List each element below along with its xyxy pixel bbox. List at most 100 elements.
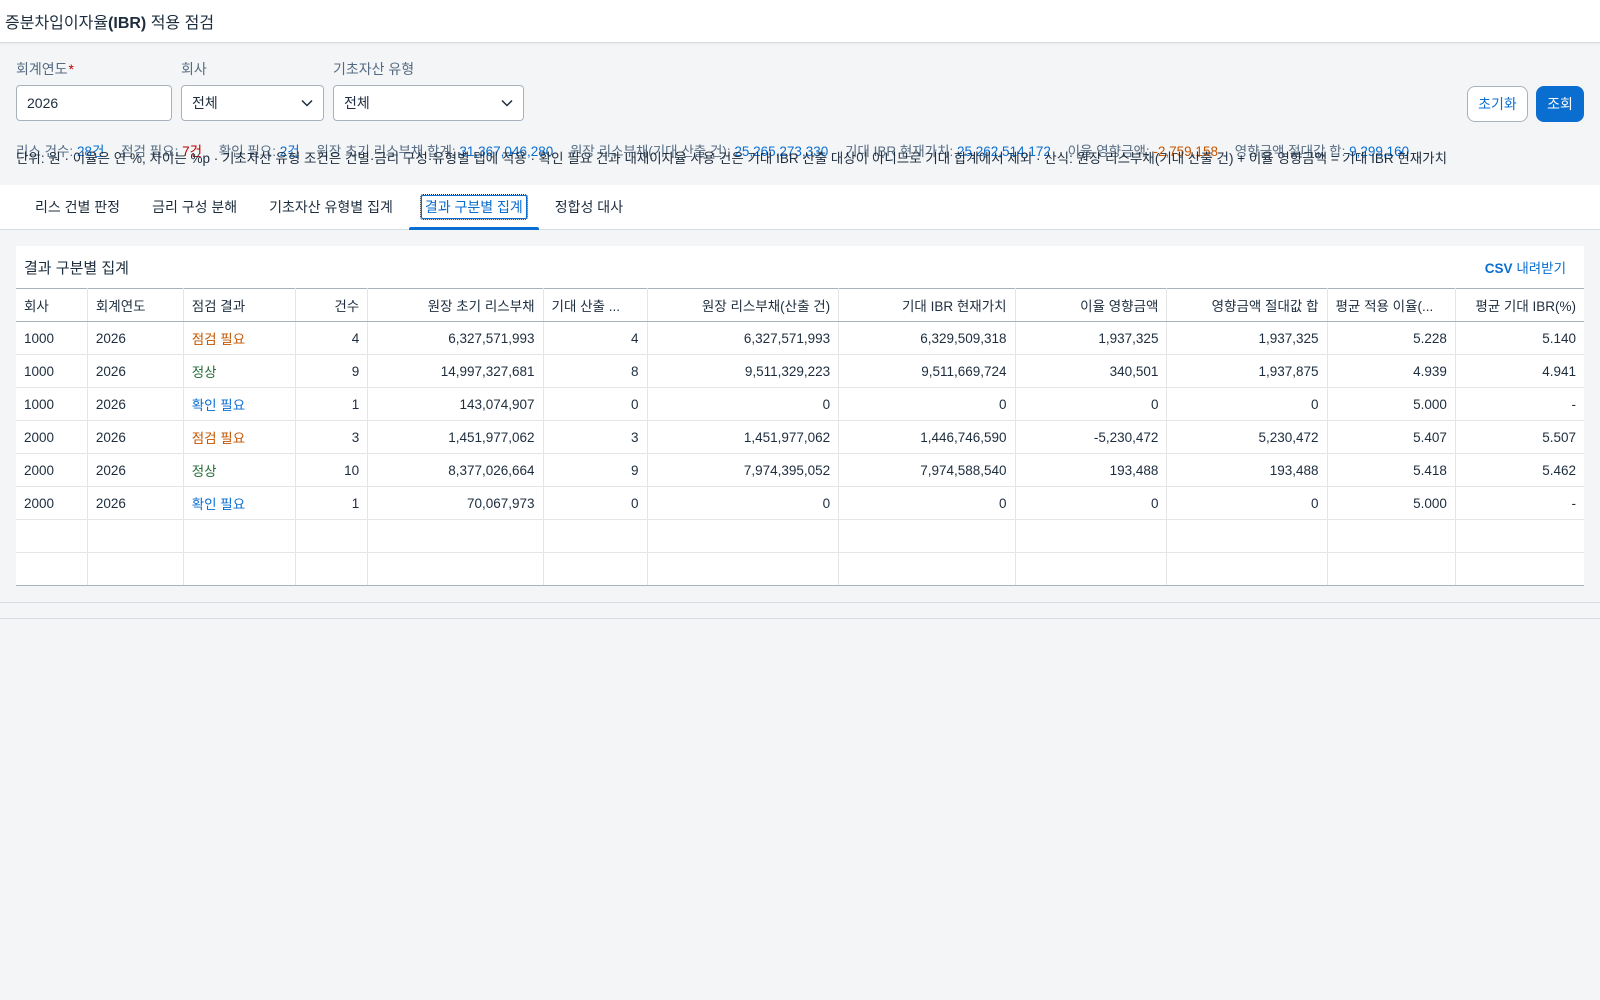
asset-type-field: 기초자산 유형 전체 <box>333 59 524 129</box>
table-cell: 5.418 <box>1327 453 1456 487</box>
result-status-cell: 점검 필요 <box>183 321 296 355</box>
result-status-cell: 정상 <box>183 354 296 388</box>
table-row[interactable]: 1000 2026 정상 9 14,997,327,681 8 9,511,329,223 9… <box>16 354 1584 388</box>
table-cell <box>87 552 184 586</box>
company-select-value: 전체 <box>192 95 218 111</box>
tab-asset-type-summary[interactable]: 기초자산 유형별 집계 <box>253 185 409 229</box>
table-cell: 1,937,875 <box>1166 354 1328 388</box>
column-header[interactable]: 기대 IBR 현재가치 <box>838 288 1016 322</box>
column-header[interactable]: 원장 초기 리스부채 <box>367 288 544 322</box>
table-cell: 0 <box>1015 387 1168 421</box>
content-bottom-divider <box>0 603 1600 619</box>
table-cell <box>367 552 544 586</box>
table-cell <box>543 552 648 586</box>
table-cell: 1000 <box>16 387 88 421</box>
csv-rest: 내려받기 <box>1512 261 1566 276</box>
year-label-text: 회계연도 <box>16 61 68 77</box>
table-cell: 4 <box>295 321 369 355</box>
table-cell: 1,937,325 <box>1015 321 1168 355</box>
table-cell: 2026 <box>87 321 184 355</box>
result-status-cell: 확인 필요 <box>183 486 296 520</box>
panel-title: 결과 구분별 집계 <box>24 259 129 277</box>
table-cell: 1000 <box>16 321 88 355</box>
result-status-cell: 정상 <box>183 453 296 487</box>
table-cell: 2000 <box>16 486 88 520</box>
table-cell: 8,377,026,664 <box>367 453 544 487</box>
result-status-cell: 점검 필요 <box>183 420 296 454</box>
table-cell <box>183 552 296 586</box>
table-cell: 5.462 <box>1455 453 1584 487</box>
panel-header: 결과 구분별 집계 CSV 내려받기 <box>16 246 1584 288</box>
tab-reconciliation[interactable]: 정합성 대사 <box>539 185 639 229</box>
column-header[interactable]: 기대 산출 ... <box>543 288 648 322</box>
table-cell <box>838 552 1016 586</box>
table-row[interactable]: 2000 2026 확인 필요 1 70,067,973 0 0 0 0 0 5.000- <box>16 486 1584 520</box>
result-summary-table: 회사 회계연도 점검 결과 건수 원장 초기 리스부채 기대 산출 ... 원장… <box>16 288 1584 586</box>
column-header[interactable]: 회계연도 <box>87 288 184 322</box>
tab-label: 기초자산 유형별 집계 <box>269 199 393 215</box>
table-cell: 1,937,325 <box>1166 321 1328 355</box>
table-cell: 2026 <box>87 420 184 454</box>
table-cell: 5.407 <box>1327 420 1456 454</box>
column-header[interactable]: 이율 영향금액 <box>1015 288 1168 322</box>
unit-note: 단위: 원 · 이율은 연 %, 차이는 %p · 기초자산 유형 조건은 건별… <box>16 151 1448 166</box>
column-header[interactable]: 점검 결과 <box>183 288 296 322</box>
result-summary-panel: 결과 구분별 집계 CSV 내려받기 회사 회계연도 점검 결과 건수 원장 초… <box>0 246 1600 603</box>
required-mark: * <box>68 61 74 77</box>
table-cell <box>543 519 648 553</box>
table-cell: - <box>1455 486 1584 520</box>
table-cell: 0 <box>543 387 648 421</box>
table-cell <box>1166 552 1328 586</box>
asset-type-select[interactable]: 전체 <box>333 85 524 121</box>
table-cell: 0 <box>543 486 648 520</box>
table-cell: 6,327,571,993 <box>367 321 544 355</box>
column-header[interactable]: 평균 적용 이율(... <box>1327 288 1456 322</box>
column-header[interactable]: 건수 <box>295 288 369 322</box>
tab-result-summary[interactable]: 결과 구분별 집계 <box>408 185 539 230</box>
table-cell: 0 <box>647 387 840 421</box>
table-cell: 5,230,472 <box>1166 420 1328 454</box>
column-header[interactable]: 평균 기대 IBR(%) <box>1455 288 1584 322</box>
reset-button[interactable]: 초기화 <box>1467 86 1528 122</box>
year-input-value: 2026 <box>27 95 59 111</box>
table-cell: 1000 <box>16 354 88 388</box>
page-title: 증분차입이자율(IBR) 적용 점검 <box>5 9 214 33</box>
table-row[interactable]: 1000 2026 확인 필요 1 143,074,907 0 0 0 0 0 5.000- <box>16 387 1584 421</box>
table-cell <box>183 519 296 553</box>
table-cell <box>1015 519 1168 553</box>
table-cell: -5,230,472 <box>1015 420 1168 454</box>
table-cell: 0 <box>647 486 840 520</box>
column-header[interactable]: 영향금액 절대값 합 <box>1166 288 1328 322</box>
table-cell: 4 <box>543 321 648 355</box>
table-cell: 0 <box>838 387 1016 421</box>
company-select[interactable]: 전체 <box>181 85 324 121</box>
table-cell: 5.140 <box>1455 321 1584 355</box>
asset-type-label: 기초자산 유형 <box>333 61 415 77</box>
tab-rate-breakdown[interactable]: 금리 구성 분해 <box>136 185 253 229</box>
table-cell <box>1455 519 1584 553</box>
title-bold: (IBR) <box>108 15 147 32</box>
table-cell <box>1455 552 1584 586</box>
table-row[interactable]: 2000 2026 정상 10 8,377,026,664 9 7,974,395,052 7… <box>16 453 1584 487</box>
table-row <box>16 552 1584 586</box>
company-label: 회사 <box>181 61 207 77</box>
search-button[interactable]: 조회 <box>1536 86 1584 122</box>
column-header[interactable]: 원장 리스부채(산출 건) <box>647 288 840 322</box>
table-cell <box>367 519 544 553</box>
table-cell: 5.228 <box>1327 321 1456 355</box>
year-input[interactable]: 2026 <box>16 85 172 121</box>
table-row[interactable]: 1000 2026 점검 필요 4 6,327,571,993 4 6,327,571,99… <box>16 321 1584 355</box>
table-cell <box>1166 519 1328 553</box>
column-header[interactable]: 회사 <box>16 288 88 322</box>
table-cell: 143,074,907 <box>367 387 544 421</box>
table-cell: 4.941 <box>1455 354 1584 388</box>
csv-bold: CSV <box>1484 261 1513 276</box>
table-cell: 0 <box>1166 486 1328 520</box>
csv-download-link[interactable]: CSV 내려받기 <box>1485 257 1566 277</box>
action-buttons: 초기화 조회 <box>1467 86 1584 122</box>
table-row[interactable]: 2000 2026 점검 필요 3 1,451,977,062 3 1,451,977,06… <box>16 420 1584 454</box>
title-suffix: 적용 점검 <box>146 15 215 32</box>
tab-lease-judgement[interactable]: 리스 건별 판정 <box>19 185 136 229</box>
table-cell <box>16 519 88 553</box>
table-cell: 2000 <box>16 453 88 487</box>
